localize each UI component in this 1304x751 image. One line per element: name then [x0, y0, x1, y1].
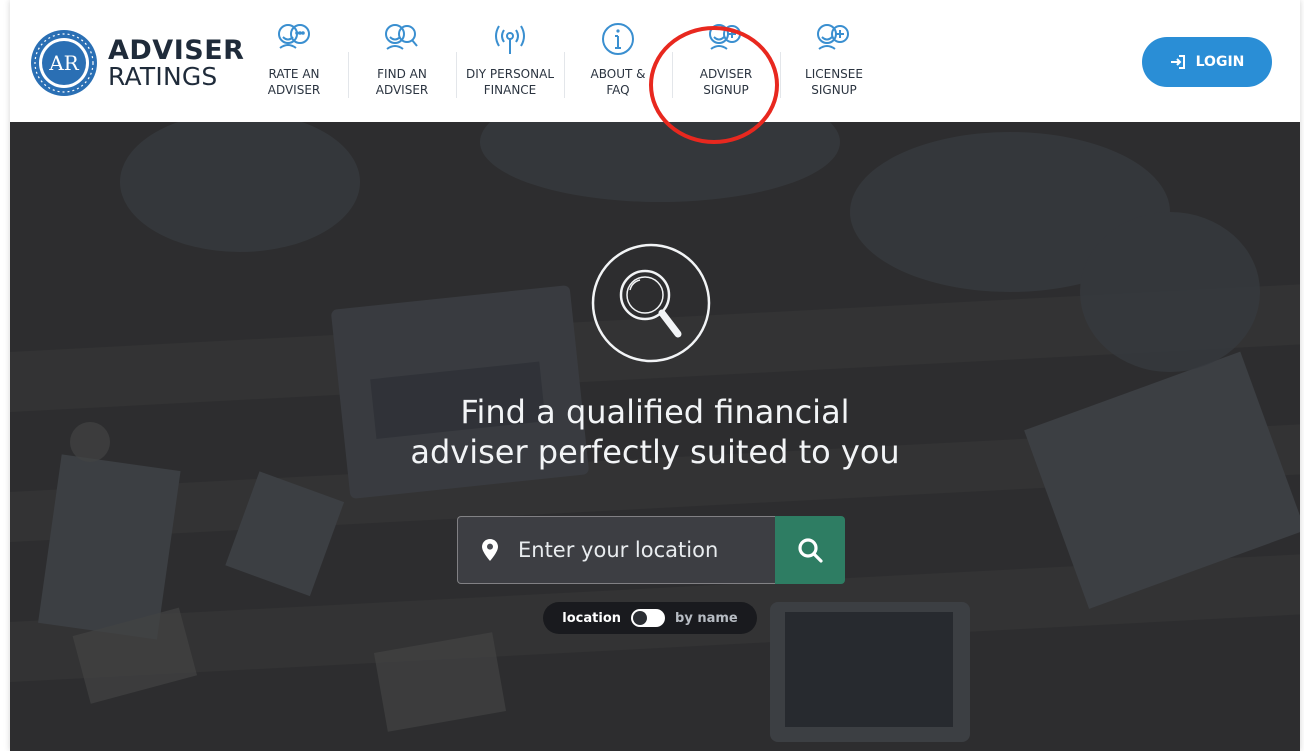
- toggle-by-name-label[interactable]: by name: [675, 611, 738, 626]
- hero-section: Find a qualified financial adviser perfe…: [10, 122, 1300, 751]
- nav-label: ABOUT & FAQ: [590, 67, 646, 97]
- people-plus-icon: [709, 24, 741, 50]
- nav-label: DIY PERSONAL FINANCE: [465, 67, 554, 97]
- browser-viewport: AR ADVISER RATINGS RATE AN ADVISER FIND …: [10, 0, 1300, 751]
- people-plus-icon: [817, 24, 849, 50]
- nav-licensee-signup[interactable]: LICENSEE SIGNUP: [780, 20, 888, 102]
- info-icon: [602, 23, 634, 55]
- nav-label: RATE AN ADVISER: [267, 67, 321, 97]
- brand-name-line1: ADVISER: [108, 35, 245, 66]
- site-header: AR ADVISER RATINGS RATE AN ADVISER FIND …: [10, 0, 1300, 122]
- brand-name: ADVISER RATINGS: [108, 37, 244, 89]
- search-button[interactable]: [775, 516, 845, 584]
- toggle-switch[interactable]: [631, 609, 666, 627]
- nav-label: LICENSEE SIGNUP: [805, 67, 863, 97]
- login-button[interactable]: LOGIN: [1142, 37, 1272, 87]
- magnifier-icon: [591, 243, 711, 363]
- location-input[interactable]: [518, 538, 748, 562]
- toggle-knob: [633, 611, 648, 625]
- nav-rate-an-adviser[interactable]: RATE AN ADVISER: [240, 20, 348, 102]
- brand-logo[interactable]: AR ADVISER RATINGS: [28, 27, 244, 99]
- seal-text: AR: [48, 51, 79, 75]
- nav-about-faq[interactable]: ABOUT & FAQ: [564, 20, 672, 102]
- hero-title: Find a qualified financial adviser perfe…: [410, 393, 900, 471]
- broadcast-icon: [495, 25, 525, 54]
- map-pin-icon: [482, 539, 498, 561]
- people-search-icon: [385, 24, 418, 50]
- sign-in-icon: [1170, 55, 1185, 69]
- nav-label: FIND AN ADVISER: [375, 67, 429, 97]
- nav-diy-personal-finance[interactable]: DIY PERSONAL FINANCE: [456, 20, 564, 102]
- search-mode-toggle: location by name: [543, 602, 757, 634]
- search-field-wrapper[interactable]: [457, 516, 775, 584]
- login-label: LOGIN: [1195, 54, 1245, 70]
- location-search: [457, 516, 845, 584]
- people-chat-icon: [278, 24, 310, 49]
- toggle-location-label[interactable]: location: [562, 611, 621, 626]
- search-icon: [798, 538, 823, 563]
- nav-label: ADVISER SIGNUP: [699, 67, 753, 97]
- brand-name-line2: RATINGS: [108, 62, 218, 91]
- nav-find-an-adviser[interactable]: FIND AN ADVISER: [348, 20, 456, 102]
- main-nav: RATE AN ADVISER FIND AN ADVISER DIY PERS…: [240, 20, 888, 102]
- nav-adviser-signup[interactable]: ADVISER SIGNUP: [672, 20, 780, 102]
- seal-icon: AR: [31, 30, 97, 96]
